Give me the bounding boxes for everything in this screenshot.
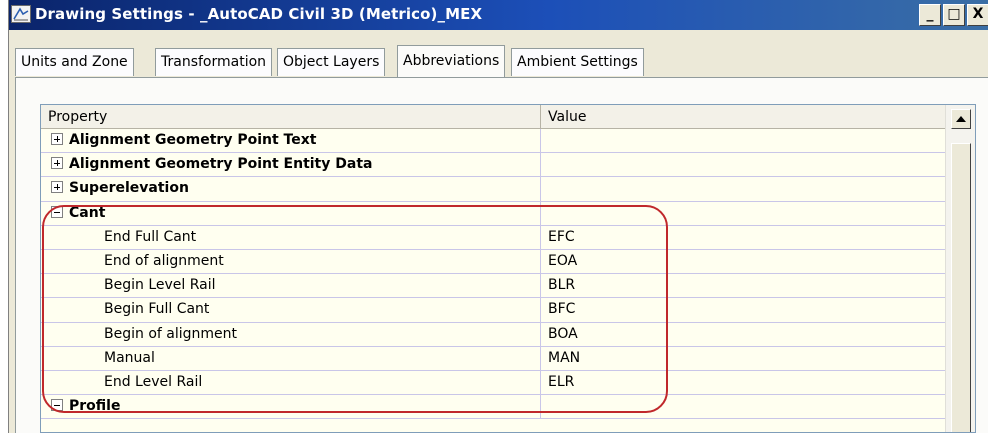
- property-row-begin-level-rail[interactable]: Begin Level Rail BLR: [41, 274, 946, 299]
- row-value[interactable]: BLR: [542, 274, 946, 298]
- property-column-header[interactable]: Property: [41, 105, 541, 129]
- row-value[interactable]: MAN: [542, 347, 946, 371]
- row-value[interactable]: [542, 202, 946, 226]
- tab-object-layers[interactable]: Object Layers: [277, 48, 386, 76]
- row-label: End Full Cant: [41, 225, 541, 250]
- property-row-end-full-cant[interactable]: End Full Cant EFC: [41, 225, 946, 250]
- row-value[interactable]: BFC: [542, 298, 946, 322]
- property-row-begin-full-cant[interactable]: Begin Full Cant BFC: [41, 298, 946, 323]
- category-row-alignment-geometry-point-text[interactable]: Alignment Geometry Point Text: [41, 129, 946, 154]
- property-row-manual[interactable]: Manual MAN: [41, 346, 946, 371]
- vertical-scrollbar[interactable]: [945, 105, 975, 432]
- row-value[interactable]: ELR: [542, 371, 946, 395]
- row-label: Alignment Geometry Point Text: [69, 132, 317, 148]
- close-button[interactable]: X: [967, 4, 988, 26]
- row-label: Profile: [69, 398, 121, 415]
- row-label: Cant: [69, 204, 106, 221]
- row-value[interactable]: [542, 153, 946, 177]
- row-label: Superelevation: [69, 180, 189, 197]
- property-grid: Property Value Alignment Geometry Point …: [40, 104, 976, 433]
- category-row-profile[interactable]: Profile: [41, 395, 946, 420]
- title-bar[interactable]: Drawing Settings - _AutoCAD Civil 3D (Me…: [9, 0, 988, 30]
- minimize-button[interactable]: _: [919, 4, 941, 26]
- row-label: Begin of alignment: [41, 322, 541, 347]
- tab-abbreviations[interactable]: Abbreviations: [397, 45, 506, 77]
- tab-units-and-zone[interactable]: Units and Zone: [15, 48, 134, 76]
- row-label: End of alignment: [41, 249, 541, 274]
- row-value[interactable]: [542, 395, 946, 419]
- expand-plus-icon[interactable]: [51, 133, 63, 145]
- drawing-settings-icon: [11, 5, 31, 23]
- expand-plus-icon[interactable]: [51, 181, 63, 194]
- row-value[interactable]: [542, 129, 946, 153]
- tab-ambient-settings[interactable]: Ambient Settings: [511, 48, 644, 76]
- category-row-alignment-geometry-point-entity-data[interactable]: Alignment Geometry Point Entity Data: [41, 153, 946, 178]
- grid-header: Property Value: [41, 105, 946, 129]
- expand-plus-icon[interactable]: [51, 157, 63, 170]
- row-label: Manual: [41, 346, 541, 371]
- row-label: Alignment Geometry Point Entity Data: [69, 156, 373, 173]
- row-label: Begin Full Cant: [41, 298, 541, 323]
- window-title: Drawing Settings - _AutoCAD Civil 3D (Me…: [35, 5, 483, 23]
- row-value[interactable]: BOA: [542, 323, 946, 347]
- row-label: End Level Rail: [41, 370, 541, 395]
- grid-rows: Alignment Geometry Point Text Alignment …: [41, 129, 946, 420]
- property-row-end-level-rail[interactable]: End Level Rail ELR: [41, 370, 946, 396]
- property-row-begin-of-alignment[interactable]: Begin of alignment BOA: [41, 322, 946, 347]
- row-value[interactable]: [542, 177, 946, 201]
- category-row-superelevation[interactable]: Superelevation: [41, 177, 946, 202]
- drawing-settings-window: Drawing Settings - _AutoCAD Civil 3D (Me…: [8, 0, 988, 433]
- category-row-cant[interactable]: Cant: [41, 201, 946, 226]
- collapse-minus-icon[interactable]: [51, 399, 63, 412]
- collapse-minus-icon[interactable]: [51, 205, 63, 218]
- property-row-end-of-alignment[interactable]: End of alignment EOA: [41, 249, 946, 275]
- maximize-button[interactable]: □: [943, 4, 965, 26]
- row-value[interactable]: EFC: [542, 226, 946, 250]
- value-column-header[interactable]: Value: [541, 105, 946, 129]
- scroll-up-arrow-icon[interactable]: [951, 109, 971, 129]
- row-value[interactable]: EOA: [542, 250, 946, 274]
- scroll-thumb[interactable]: [951, 143, 971, 432]
- tab-transformation[interactable]: Transformation: [155, 48, 273, 76]
- row-label: Begin Level Rail: [41, 274, 541, 299]
